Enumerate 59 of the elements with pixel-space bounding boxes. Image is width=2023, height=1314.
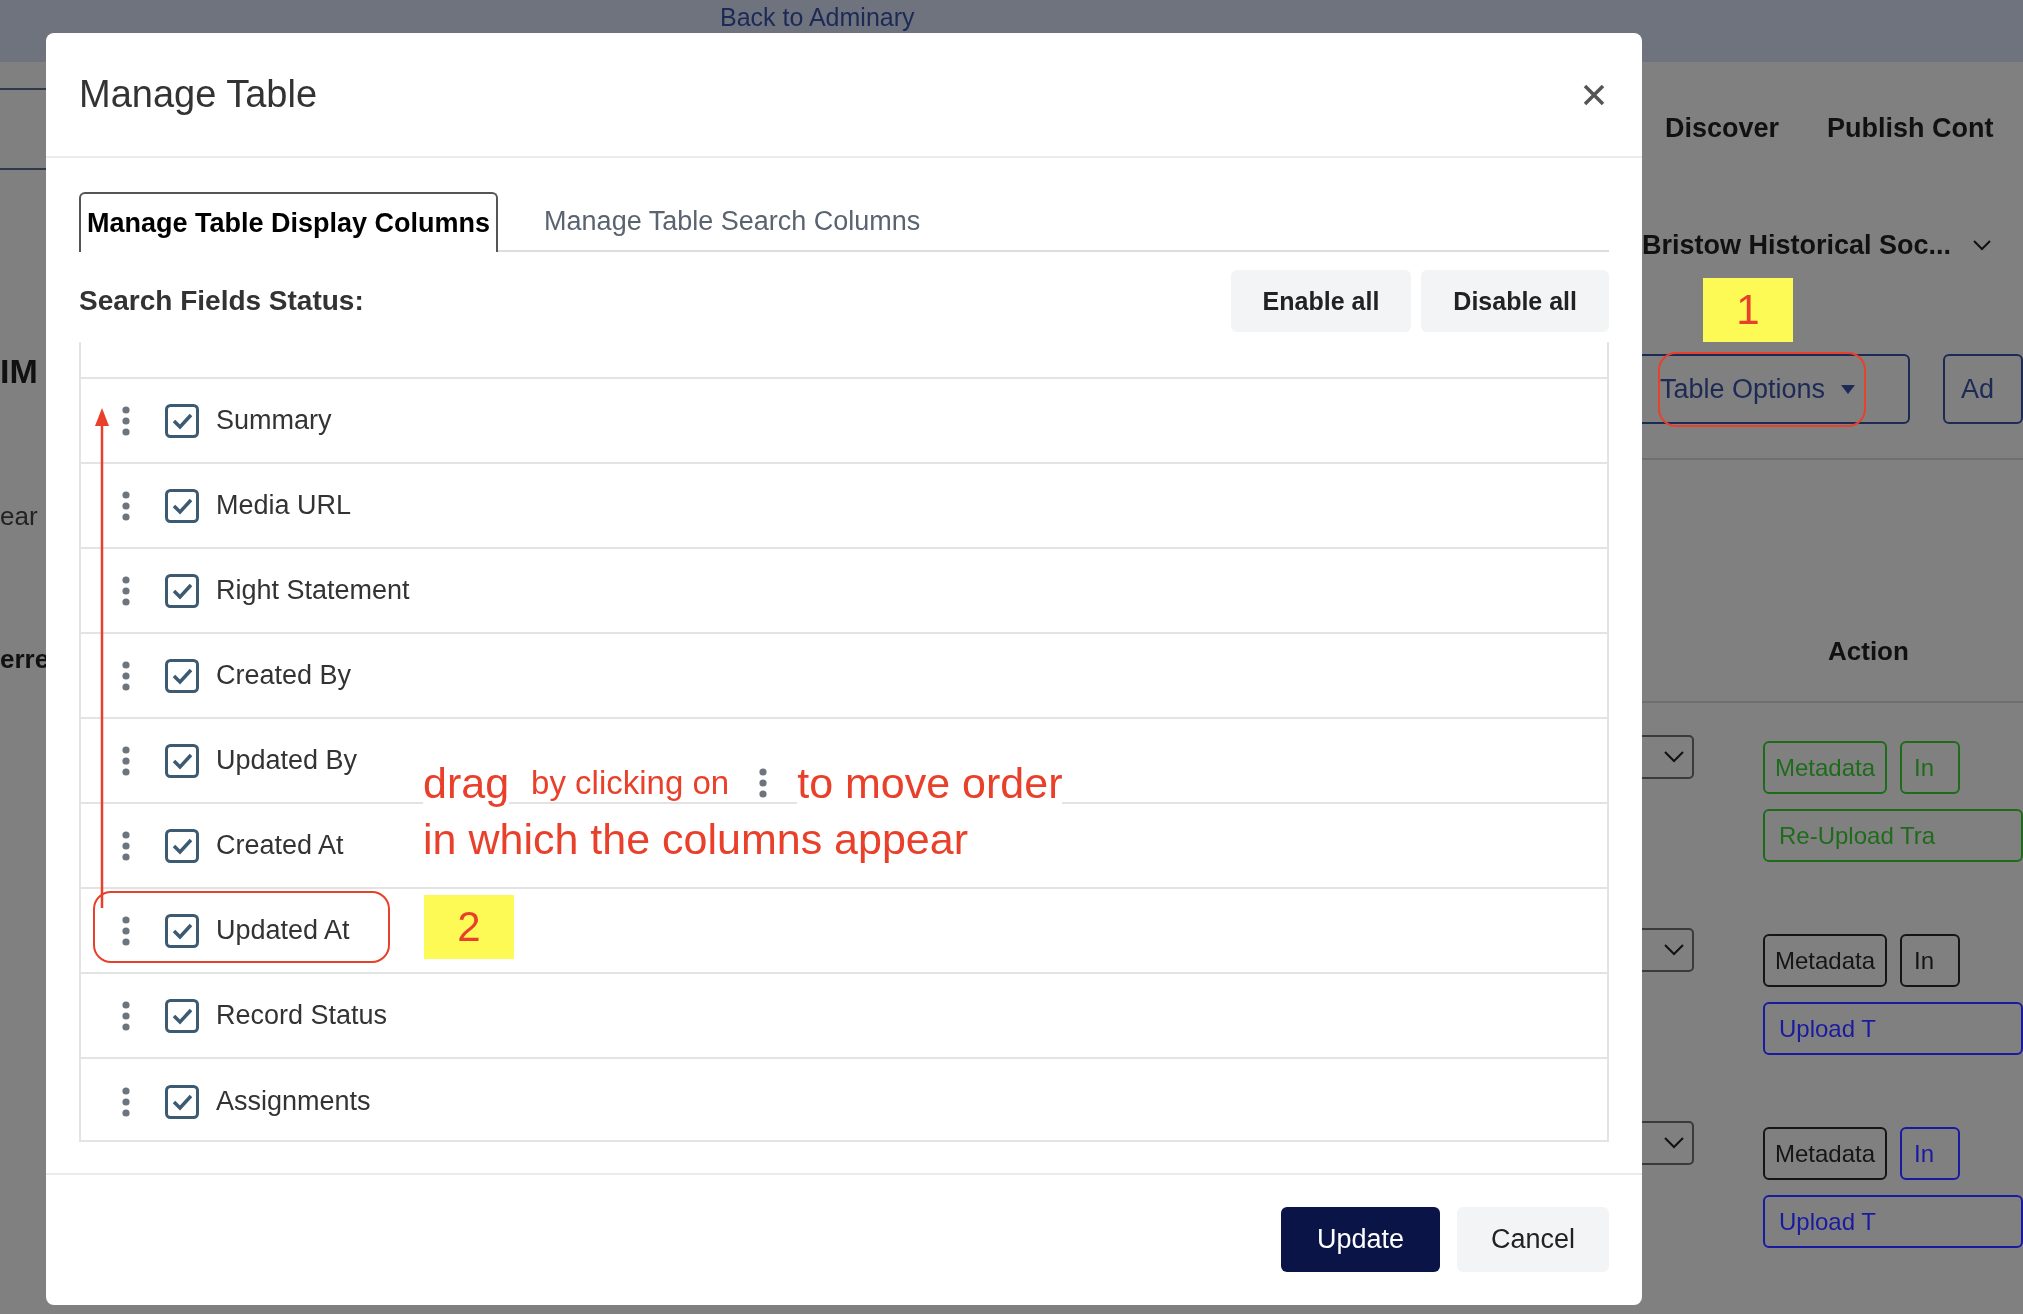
chevron-down-icon: [1664, 1137, 1684, 1149]
checkbox[interactable]: [165, 828, 199, 863]
checkbox[interactable]: [165, 913, 199, 948]
section-title: Search Fields Status:: [79, 285, 364, 317]
chevron-down-icon: [1664, 944, 1684, 956]
organization-selector[interactable]: Bristow Historical Soc...: [1642, 229, 1952, 261]
column-label: Created At: [216, 830, 344, 861]
chevron-down-icon: [1973, 239, 1992, 251]
checkbox[interactable]: [165, 573, 199, 608]
tab[interactable]: Manage Table Display Columns: [79, 192, 499, 252]
chevron-down-icon: [1664, 751, 1684, 763]
drag-handle-icon[interactable]: [122, 1086, 130, 1117]
page-text: erre: [0, 644, 46, 675]
page-text: IM: [0, 352, 39, 391]
modal-title: Manage Table: [79, 73, 318, 116]
drag-handle-icon[interactable]: [122, 1000, 130, 1031]
checkbox[interactable]: [165, 743, 199, 778]
row-button[interactable]: In: [1900, 1127, 1961, 1180]
checkbox[interactable]: [165, 488, 199, 523]
column-label: Summary: [216, 405, 332, 436]
column-label: Record Status: [216, 1000, 388, 1031]
column-label: Updated At: [216, 915, 350, 946]
column-label: Media URL: [216, 490, 352, 521]
drag-handle-icon[interactable]: [122, 660, 130, 691]
column-label: Right Statement: [216, 575, 410, 606]
checkbox[interactable]: [165, 403, 199, 438]
update-button[interactable]: Update: [1281, 1207, 1440, 1272]
drag-handle-icon[interactable]: [122, 575, 130, 606]
checkbox[interactable]: [165, 998, 199, 1033]
drag-handle-icon[interactable]: [122, 405, 130, 436]
checkbox[interactable]: [165, 658, 199, 693]
column-label: Assignments: [216, 1086, 371, 1117]
metadata-button[interactable]: Metadata: [1763, 1127, 1888, 1180]
upload-button[interactable]: Upload T: [1763, 1002, 2023, 1055]
row-button[interactable]: In: [1900, 934, 1961, 987]
nav-link[interactable]: Publish Cont: [1827, 113, 1994, 144]
add-button[interactable]: Ad: [1943, 354, 2023, 424]
step-callout: 2: [424, 895, 514, 959]
nav-link[interactable]: Discover: [1665, 113, 1780, 144]
metadata-button[interactable]: Metadata: [1763, 934, 1888, 987]
toggle-all-button[interactable]: Disable all: [1421, 270, 1609, 332]
checkbox[interactable]: [165, 1084, 199, 1119]
drag-handle-icon[interactable]: [122, 745, 130, 776]
tab[interactable]: Manage Table Search Columns: [538, 192, 927, 250]
drag-handle-icon[interactable]: [122, 490, 130, 521]
cancel-button[interactable]: Cancel: [1457, 1207, 1609, 1272]
caret-icon: [1841, 384, 1856, 394]
toggle-all-button[interactable]: Enable all: [1230, 270, 1412, 332]
drag-handle-icon[interactable]: [122, 830, 130, 861]
close-icon[interactable]: [1583, 83, 1605, 106]
drag-handle-icon[interactable]: [122, 915, 130, 946]
page-text: ear: [0, 501, 39, 532]
upload-button[interactable]: Upload T: [1763, 1195, 2023, 1248]
column-header: Action: [1828, 636, 1909, 667]
column-label: Updated By: [216, 745, 358, 776]
column-label: Created By: [216, 660, 352, 691]
step-callout: 1: [1703, 278, 1793, 342]
drag-handle-icon: [759, 768, 768, 798]
back-link[interactable]: Back to Adminary: [720, 3, 915, 32]
